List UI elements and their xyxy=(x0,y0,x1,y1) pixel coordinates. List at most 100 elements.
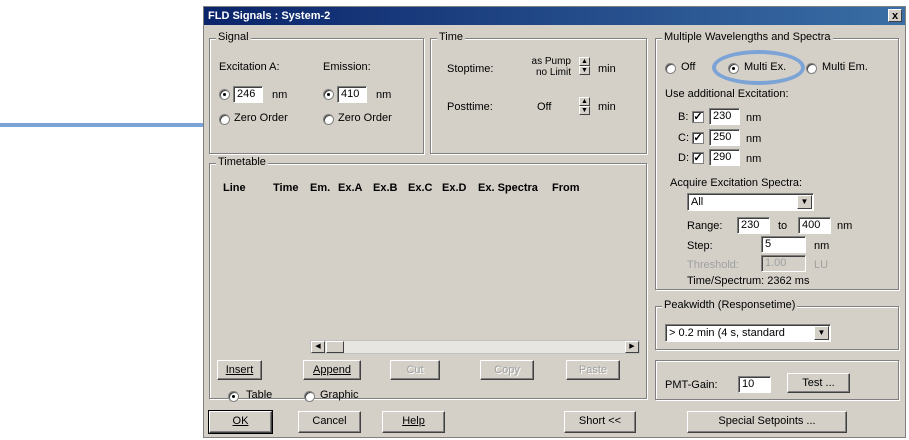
short-button[interactable]: Short << xyxy=(564,411,636,433)
spin-down-icon[interactable]: ▼ xyxy=(579,106,590,115)
excitation-input[interactable]: 246 xyxy=(233,86,263,103)
ok-button[interactable]: OK xyxy=(208,410,273,434)
chevron-down-icon[interactable]: ▼ xyxy=(797,195,812,209)
view-table-radio[interactable] xyxy=(228,391,239,402)
posttime-spin[interactable]: ▲ ▼ xyxy=(579,97,590,115)
column-header-ex-d: Ex.D xyxy=(442,182,467,194)
signal-legend: Signal xyxy=(216,31,251,43)
close-button[interactable]: x xyxy=(888,9,902,22)
scroll-right-icon[interactable]: ▶ xyxy=(625,341,639,353)
spin-up-icon[interactable]: ▲ xyxy=(579,97,590,106)
time-legend: Time xyxy=(437,31,466,43)
help-label: Help xyxy=(402,415,425,427)
scroll-left-icon[interactable]: ◀ xyxy=(311,341,325,353)
stoptime-value-line2: no Limit xyxy=(535,67,571,78)
title-bar: FLD Signals : System-2 x xyxy=(204,7,905,25)
paste-button[interactable]: Paste xyxy=(566,360,620,380)
threshold-input[interactable]: 1.00 xyxy=(761,255,806,272)
d-checkbox[interactable]: ✓ xyxy=(692,152,704,164)
help-button[interactable]: Help xyxy=(382,411,445,433)
timetable-legend: Timetable xyxy=(216,156,268,168)
multi-off-radio[interactable] xyxy=(665,63,676,74)
c-input[interactable]: 250 xyxy=(709,129,740,146)
multi-em-radio[interactable] xyxy=(806,63,817,74)
stoptime-unit: min xyxy=(598,63,616,75)
additional-excitation-label: Use additional Excitation: xyxy=(665,88,789,100)
column-header-ex-c: Ex.C xyxy=(408,182,433,194)
step-input[interactable]: 5 xyxy=(761,236,806,253)
column-header-time: Time xyxy=(273,182,299,194)
emission-input[interactable]: 410 xyxy=(337,86,367,103)
scroll-thumb[interactable] xyxy=(326,341,344,353)
multi-em-label: Multi Em. xyxy=(822,61,868,73)
posttime-label: Posttime: xyxy=(447,101,493,113)
excitation-zero-order-label: Zero Order xyxy=(234,112,288,124)
fld-signals-dialog: FLD Signals : System-2 x Signal Excitati… xyxy=(203,6,906,438)
test-button[interactable]: Test ... xyxy=(787,373,850,393)
cancel-button[interactable]: Cancel xyxy=(298,411,361,433)
cut-button[interactable]: Cut xyxy=(390,360,440,380)
threshold-unit: LU xyxy=(814,259,829,271)
stoptime-spin[interactable]: ▲ ▼ xyxy=(579,57,590,75)
column-header-ex-b: Ex.B xyxy=(373,182,398,194)
acquire-spectra-value: All xyxy=(691,196,704,208)
column-header-from: From xyxy=(552,182,580,194)
peakwidth-select[interactable]: > 0.2 min (4 s, standard ▼ xyxy=(665,324,831,342)
range-to-input[interactable]: 400 xyxy=(798,217,831,234)
b-input[interactable]: 230 xyxy=(709,108,740,125)
chevron-down-icon[interactable]: ▼ xyxy=(814,326,829,340)
view-table-label: Table xyxy=(246,389,273,401)
emission-zero-order-radio[interactable] xyxy=(323,114,334,125)
pmt-gain-input[interactable]: 10 xyxy=(738,376,771,393)
pmt-gain-label: PMT-Gain: xyxy=(665,379,718,391)
multi-off-label: Off xyxy=(681,61,696,73)
special-setpoints-button[interactable]: Special Setpoints ... xyxy=(687,411,847,433)
spin-down-icon[interactable]: ▼ xyxy=(579,66,590,75)
c-label: C: xyxy=(678,132,689,144)
threshold-label: Threshold: xyxy=(687,259,739,271)
column-header-ex-a: Ex.A xyxy=(338,182,363,194)
d-input[interactable]: 290 xyxy=(709,149,740,166)
acquire-spectra-label: Acquire Excitation Spectra: xyxy=(670,177,803,189)
range-from-input[interactable]: 230 xyxy=(737,217,770,234)
step-label: Step: xyxy=(687,240,713,252)
append-button[interactable]: Append xyxy=(303,360,361,380)
peakwidth-value: > 0.2 min (4 s, standard xyxy=(669,327,785,339)
emission-value-radio[interactable] xyxy=(323,89,334,100)
signal-group: Signal Excitation A: Emission: 246 nm 41… xyxy=(209,31,424,154)
multiple-wavelengths-legend: Multiple Wavelengths and Spectra xyxy=(662,31,833,43)
copy-button[interactable]: Copy xyxy=(480,360,534,380)
c-checkbox[interactable]: ✓ xyxy=(692,132,704,144)
b-checkbox[interactable]: ✓ xyxy=(692,111,704,123)
insert-label: Insert xyxy=(225,364,254,376)
range-label: Range: xyxy=(687,220,723,232)
insert-button[interactable]: Insert xyxy=(217,360,262,380)
excitation-label: Excitation A: xyxy=(219,61,280,73)
time-per-spectrum: Time/Spectrum: 2362 ms xyxy=(687,275,810,287)
posttime-unit: min xyxy=(598,101,616,113)
c-unit: nm xyxy=(746,133,762,145)
column-header-line: Line xyxy=(223,182,246,194)
pmt-group: PMT-Gain: 10 Test ... xyxy=(655,360,899,400)
d-unit: nm xyxy=(746,153,762,165)
step-unit: nm xyxy=(814,240,830,252)
column-header-ex-spectra: Ex. Spectra xyxy=(478,182,538,194)
spin-up-icon[interactable]: ▲ xyxy=(579,57,590,66)
range-to-label: to xyxy=(778,220,788,232)
d-label: D: xyxy=(678,152,689,164)
excitation-zero-order-radio[interactable] xyxy=(219,114,230,125)
multiple-wavelengths-group: Multiple Wavelengths and Spectra Off Mul… xyxy=(655,31,899,290)
append-label: Append xyxy=(313,364,351,376)
column-header-em: Em. xyxy=(310,182,331,194)
stoptime-value-line1: as Pump xyxy=(531,56,571,67)
emission-zero-order-label: Zero Order xyxy=(338,112,392,124)
timetable-scrollbar[interactable]: ◀ ▶ xyxy=(310,340,640,354)
excitation-value-radio[interactable] xyxy=(219,89,230,100)
acquire-spectra-select[interactable]: All ▼ xyxy=(687,193,814,211)
peakwidth-group: Peakwidth (Responsetime) > 0.2 min (4 s,… xyxy=(655,299,899,350)
view-graphic-label: Graphic xyxy=(320,389,359,401)
view-graphic-radio[interactable] xyxy=(304,391,315,402)
emission-unit: nm xyxy=(376,89,392,101)
stoptime-label: Stoptime: xyxy=(447,63,494,75)
window-title: FLD Signals : System-2 xyxy=(208,10,331,22)
